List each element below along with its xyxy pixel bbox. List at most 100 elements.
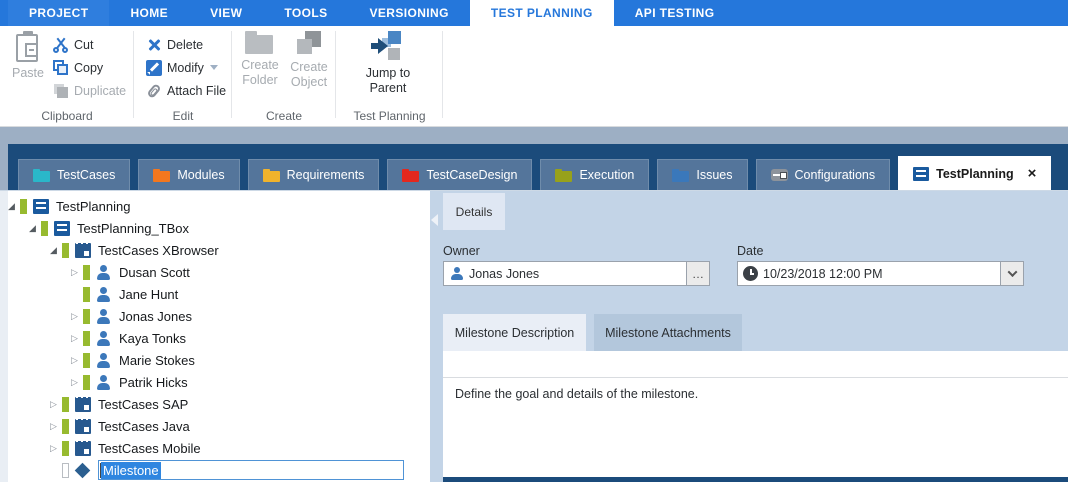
workspace-tab-testcasedesign[interactable]: TestCaseDesign — [387, 159, 532, 190]
tree-row-testcases-java[interactable]: ▷TestCases Java — [0, 415, 430, 437]
calendar-icon — [75, 441, 91, 456]
tree-row-marie-stokes[interactable]: ▷ Marie Stokes — [0, 349, 430, 371]
expander-collapsed-icon[interactable]: ▷ — [68, 377, 81, 388]
workspace-tab-label: Requirements — [287, 168, 365, 182]
modify-button[interactable]: Modify — [146, 56, 226, 79]
tree-row-testcases-xbrowser[interactable]: ◢TestCases XBrowser — [0, 239, 430, 261]
expander-collapsed-icon[interactable]: ▷ — [68, 355, 81, 366]
person-icon — [96, 265, 112, 280]
delete-button[interactable]: Delete — [146, 33, 226, 56]
duplicate-label: Duplicate — [74, 84, 126, 98]
status-bar-green — [83, 265, 90, 280]
menu-item-versioning[interactable]: VERSIONING — [349, 0, 470, 26]
duplicate-button[interactable]: Duplicate — [52, 79, 126, 102]
modify-dropdown-icon[interactable] — [210, 65, 218, 70]
expander-collapsed-icon[interactable]: ▷ — [47, 421, 60, 432]
tree-row-testplanning[interactable]: ◢ TestPlanning — [0, 195, 430, 217]
workspace-tab-label: Configurations — [795, 168, 876, 182]
collapse-panel-arrow-icon[interactable] — [431, 214, 438, 226]
workspace-tab-bar: TestCases Modules Requirements TestCaseDesi… — [0, 144, 1068, 190]
date-field[interactable]: 10/23/2018 12:00 PM — [737, 261, 1024, 286]
workspace-tab-testcases[interactable]: TestCases — [18, 159, 130, 190]
create-object-label: Create Object — [286, 60, 332, 90]
paperclip-icon — [146, 83, 162, 99]
tree-row-testcases-sap[interactable]: ▷TestCases SAP — [0, 393, 430, 415]
tree-row-testplanning_tbox[interactable]: ◢TestPlanning_TBox — [0, 217, 430, 239]
copy-button[interactable]: Copy — [52, 56, 126, 79]
person-icon — [96, 353, 112, 368]
test-planning-list-icon — [913, 167, 929, 181]
tab-milestone-attachments[interactable]: Milestone Attachments — [594, 314, 742, 351]
diamond-icon — [75, 463, 91, 478]
workspace-tab-execution[interactable]: Execution — [540, 159, 649, 190]
workspace-tab-label: TestCaseDesign — [426, 168, 517, 182]
expander-collapsed-icon[interactable]: ▷ — [47, 399, 60, 410]
expander-collapsed-icon[interactable]: ▷ — [47, 443, 60, 454]
owner-field[interactable]: Jonas Jones … — [443, 261, 710, 286]
workspace-tab-configurations[interactable]: Configurations — [756, 159, 891, 190]
status-bar-green — [83, 353, 90, 368]
status-bar-green — [83, 309, 90, 324]
description-text: Define the goal and details of the miles… — [455, 387, 698, 401]
rename-input[interactable]: Milestone — [98, 460, 404, 480]
create-object-icon — [294, 31, 324, 57]
menu-item-view[interactable]: VIEW — [189, 0, 263, 26]
menu-item-api-testing[interactable]: API TESTING — [614, 0, 736, 26]
create-object-button[interactable]: Create Object — [286, 31, 332, 90]
tree-item-label: Dusan Scott — [119, 265, 190, 280]
tree-row-kaya-tonks[interactable]: ▷Kaya Tonks — [0, 327, 430, 349]
selected-text: Milestone — [101, 462, 161, 479]
workspace-tab-modules[interactable]: Modules — [138, 159, 239, 190]
expander-collapsed-icon[interactable]: ▷ — [68, 333, 81, 344]
workspace-tab-label: TestPlanning — [936, 167, 1014, 181]
status-bar-empty — [62, 463, 69, 478]
workspace-tab-label: Execution — [579, 168, 634, 182]
expander-expanded-icon[interactable]: ◢ — [26, 223, 39, 234]
date-dropdown-button[interactable] — [1000, 262, 1023, 285]
paste-icon — [15, 31, 41, 63]
menu-item-test-planning[interactable]: TEST PLANNING — [470, 0, 614, 26]
expander-collapsed-icon[interactable]: ▷ — [68, 267, 81, 278]
tab-milestone-description[interactable]: Milestone Description — [443, 314, 586, 351]
main-area: ◢ TestPlanning ◢TestPlanning_TBox◢TestCase… — [0, 190, 1068, 482]
modify-label: Modify — [167, 61, 204, 75]
cut-button[interactable]: Cut — [52, 33, 126, 56]
menu-item-home[interactable]: HOME — [109, 0, 189, 26]
owner-browse-button[interactable]: … — [686, 262, 709, 285]
tree-row-testcases-mobile[interactable]: ▷TestCases Mobile — [0, 437, 430, 459]
paste-button[interactable]: Paste — [6, 31, 50, 81]
status-bar-green — [41, 221, 48, 236]
owner-value: Jonas Jones — [469, 267, 539, 281]
expander-expanded-icon[interactable]: ◢ — [47, 245, 60, 256]
delete-icon — [146, 37, 162, 53]
workspace-tab-requirements[interactable]: Requirements — [248, 159, 380, 190]
create-folder-button[interactable]: Create Folder — [237, 31, 283, 88]
attach-file-label: Attach File — [167, 84, 226, 98]
jump-to-parent-button[interactable]: Jump to Parent — [358, 31, 418, 96]
expander-expanded-icon[interactable]: ◢ — [5, 201, 18, 212]
person-icon — [96, 309, 112, 324]
tree-row-patrik-hicks[interactable]: ▷Patrik Hicks — [0, 371, 430, 393]
tree-row-milestone[interactable]: Milestone — [0, 459, 430, 481]
workspace-tab-testplanning[interactable]: TestPlanning × — [898, 156, 1051, 190]
status-bar-green — [62, 441, 69, 456]
details-tab[interactable]: Details — [443, 193, 505, 230]
status-bar-green — [83, 287, 90, 302]
workspace-tab-issues[interactable]: Issues — [657, 159, 747, 190]
expander-collapsed-icon[interactable]: ▷ — [68, 311, 81, 322]
attach-file-button[interactable]: Attach File — [146, 79, 226, 102]
tree-row-dusan-scott[interactable]: ▷ Dusan Scott — [0, 261, 430, 283]
status-bar-green — [83, 331, 90, 346]
menu-item-tools[interactable]: TOOLS — [263, 0, 348, 26]
ribbon: Paste Cut Copy Duplicate Clipboard — [0, 26, 1068, 127]
milestone-description-content[interactable]: Define the goal and details of the miles… — [443, 351, 1068, 477]
tree-item-label: Marie Stokes — [119, 353, 195, 368]
close-tab-icon[interactable]: × — [1028, 166, 1037, 181]
tree-item-label: TestPlanning — [56, 199, 130, 214]
folder-icon — [263, 169, 280, 182]
owner-label: Owner — [443, 244, 480, 258]
panel-bottom-edge — [443, 477, 1068, 482]
menu-item-project[interactable]: PROJECT — [8, 0, 109, 26]
tree-row-jane-hunt[interactable]: Jane Hunt — [0, 283, 430, 305]
tree-row-jonas-jones[interactable]: ▷Jonas Jones — [0, 305, 430, 327]
